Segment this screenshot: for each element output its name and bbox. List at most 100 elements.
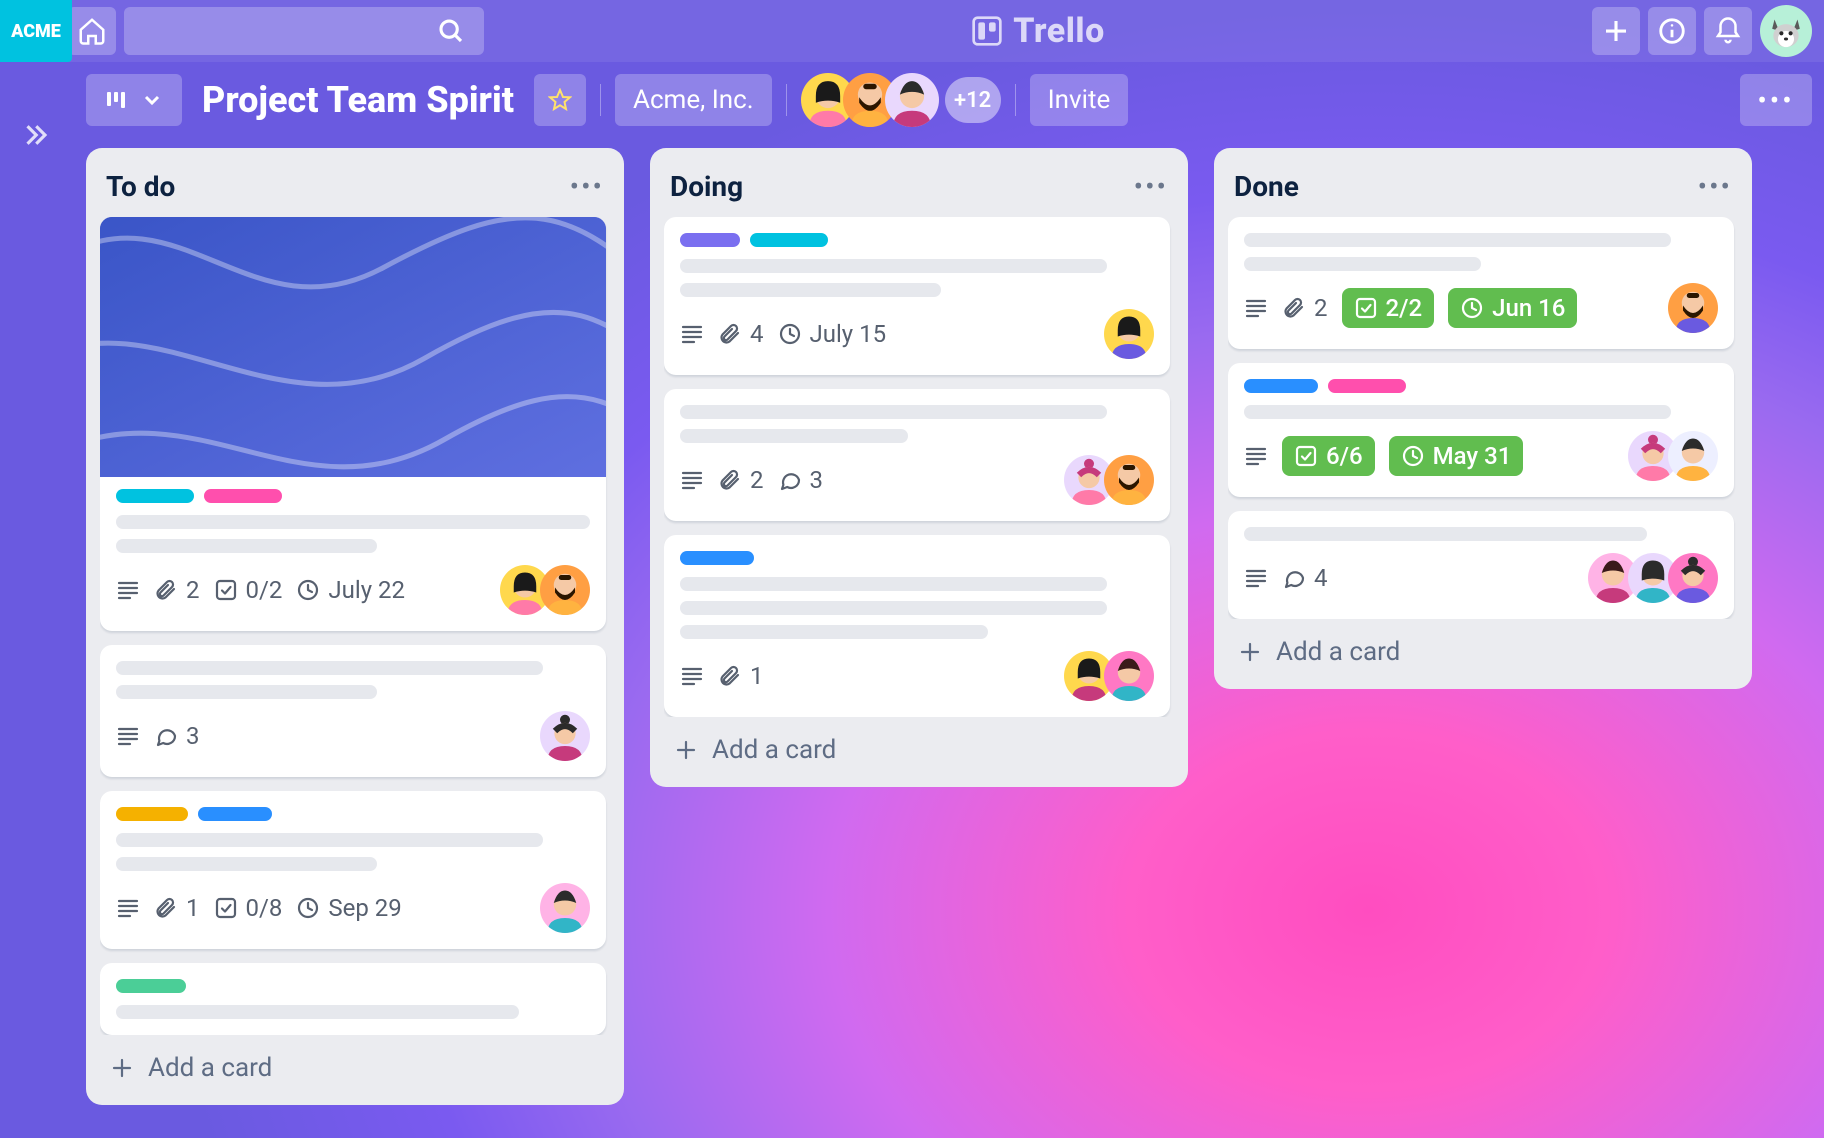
board-menu-button[interactable]: •••	[1740, 74, 1812, 126]
card-labels[interactable]	[116, 979, 590, 993]
list-title[interactable]: Done	[1234, 170, 1299, 203]
board-title[interactable]: Project Team Spirit	[196, 79, 520, 121]
label-yellow[interactable]	[116, 807, 188, 821]
more-members-badge[interactable]: +12	[945, 77, 1001, 123]
member-avatar[interactable]	[540, 883, 590, 933]
description-icon	[680, 468, 704, 492]
ellipsis-icon: •••	[1757, 84, 1794, 117]
member-avatar[interactable]	[1104, 455, 1154, 505]
clock-icon	[296, 896, 320, 920]
add-card-button[interactable]: Add a card	[1228, 619, 1742, 675]
description-badge	[116, 896, 140, 920]
card[interactable]	[100, 963, 606, 1035]
search-input[interactable]	[124, 7, 484, 55]
card[interactable]: 20/2July 22	[100, 217, 606, 631]
label-pink[interactable]	[1328, 379, 1406, 393]
due-complete-badge: Jun 16	[1448, 288, 1577, 328]
description-icon	[680, 322, 704, 346]
card-members	[1668, 283, 1718, 333]
list-menu-button[interactable]: •••	[1698, 170, 1732, 203]
list-title[interactable]: To do	[106, 170, 175, 203]
husky-avatar-icon	[1763, 8, 1809, 54]
profile-avatar[interactable]	[1760, 5, 1812, 57]
comment-icon	[778, 468, 802, 492]
member-avatar[interactable]	[885, 73, 939, 127]
board-icon	[104, 88, 128, 112]
board-members[interactable]	[801, 73, 939, 127]
card-labels[interactable]	[680, 233, 1154, 247]
card-labels[interactable]	[116, 807, 590, 821]
list-title[interactable]: Doing	[670, 170, 743, 203]
attachments-badge: 2	[154, 576, 200, 604]
checklist-icon	[1354, 296, 1378, 320]
label-teal[interactable]	[116, 489, 194, 503]
workspace-badge[interactable]: ACME	[0, 0, 72, 62]
label-purple[interactable]	[680, 233, 740, 247]
card[interactable]: 6/6May 31	[1228, 363, 1734, 497]
checklist-complete-badge: 6/6	[1282, 436, 1375, 476]
card-badges: 6/6May 31	[1244, 431, 1718, 481]
card-labels[interactable]	[680, 551, 1154, 565]
attachment-icon	[718, 468, 742, 492]
create-button[interactable]	[1592, 7, 1640, 55]
add-card-button[interactable]: Add a card	[664, 717, 1178, 773]
clock-icon	[1401, 444, 1425, 468]
member-avatar[interactable]	[1668, 283, 1718, 333]
label-blue[interactable]	[1244, 379, 1318, 393]
card[interactable]: 10/8Sep 29	[100, 791, 606, 949]
attachments-badge: 4	[718, 320, 764, 348]
due-badge: Sep 29	[296, 894, 401, 922]
list: Done ••• 22/2Jun 166/6May 314 Add a card	[1214, 148, 1752, 689]
card[interactable]: 1	[664, 535, 1170, 717]
label-blue[interactable]	[680, 551, 754, 565]
label-teal[interactable]	[750, 233, 828, 247]
attachments-badge: 1	[718, 662, 764, 690]
description-badge	[1244, 444, 1268, 468]
card-badges: 20/2July 22	[116, 565, 590, 615]
org-label: Acme, Inc.	[633, 85, 754, 115]
invite-button[interactable]: Invite	[1030, 74, 1129, 126]
label-green[interactable]	[116, 979, 186, 993]
list-cards: 22/2Jun 166/6May 314	[1228, 217, 1742, 619]
add-card-button[interactable]: Add a card	[100, 1035, 614, 1091]
member-avatar[interactable]	[1104, 309, 1154, 359]
checklist-badge: 0/8	[214, 894, 283, 922]
description-icon	[116, 578, 140, 602]
card-title-placeholder	[1244, 233, 1718, 271]
notifications-button[interactable]	[1704, 7, 1752, 55]
card[interactable]: 22/2Jun 16	[1228, 217, 1734, 349]
list-menu-button[interactable]: •••	[1134, 170, 1168, 203]
list-menu-button[interactable]: •••	[570, 170, 604, 203]
card-title-placeholder	[116, 1005, 590, 1019]
description-badge	[116, 578, 140, 602]
member-avatar[interactable]	[1104, 651, 1154, 701]
member-avatar[interactable]	[1668, 553, 1718, 603]
card-labels[interactable]	[1244, 379, 1718, 393]
card[interactable]: 4	[1228, 511, 1734, 619]
description-badge	[116, 724, 140, 748]
info-button[interactable]	[1648, 7, 1696, 55]
top-nav: Trello	[0, 0, 1824, 62]
label-blue[interactable]	[198, 807, 272, 821]
card-title-placeholder	[116, 833, 590, 871]
board-view-switcher[interactable]	[86, 74, 182, 126]
attachment-icon	[718, 322, 742, 346]
plus-icon	[674, 738, 698, 762]
card-labels[interactable]	[116, 489, 590, 503]
card[interactable]: 4July 15	[664, 217, 1170, 375]
attachments-badge: 2	[718, 466, 764, 494]
member-avatar[interactable]	[1668, 431, 1718, 481]
member-avatar[interactable]	[540, 711, 590, 761]
star-button[interactable]	[534, 74, 586, 126]
card-badges: 10/8Sep 29	[116, 883, 590, 933]
member-avatar[interactable]	[540, 565, 590, 615]
card-title-placeholder	[680, 405, 1154, 443]
card[interactable]: 23	[664, 389, 1170, 521]
card[interactable]: 3	[100, 645, 606, 777]
org-button[interactable]: Acme, Inc.	[615, 74, 772, 126]
board-canvas[interactable]: To do ••• 20/2July 22 3 1 0/8 Sep 29 Add a c…	[86, 148, 1824, 1138]
label-pink[interactable]	[204, 489, 282, 503]
home-button[interactable]	[68, 7, 116, 55]
card-members	[540, 711, 590, 761]
attachments-badge: 2	[1282, 294, 1328, 322]
